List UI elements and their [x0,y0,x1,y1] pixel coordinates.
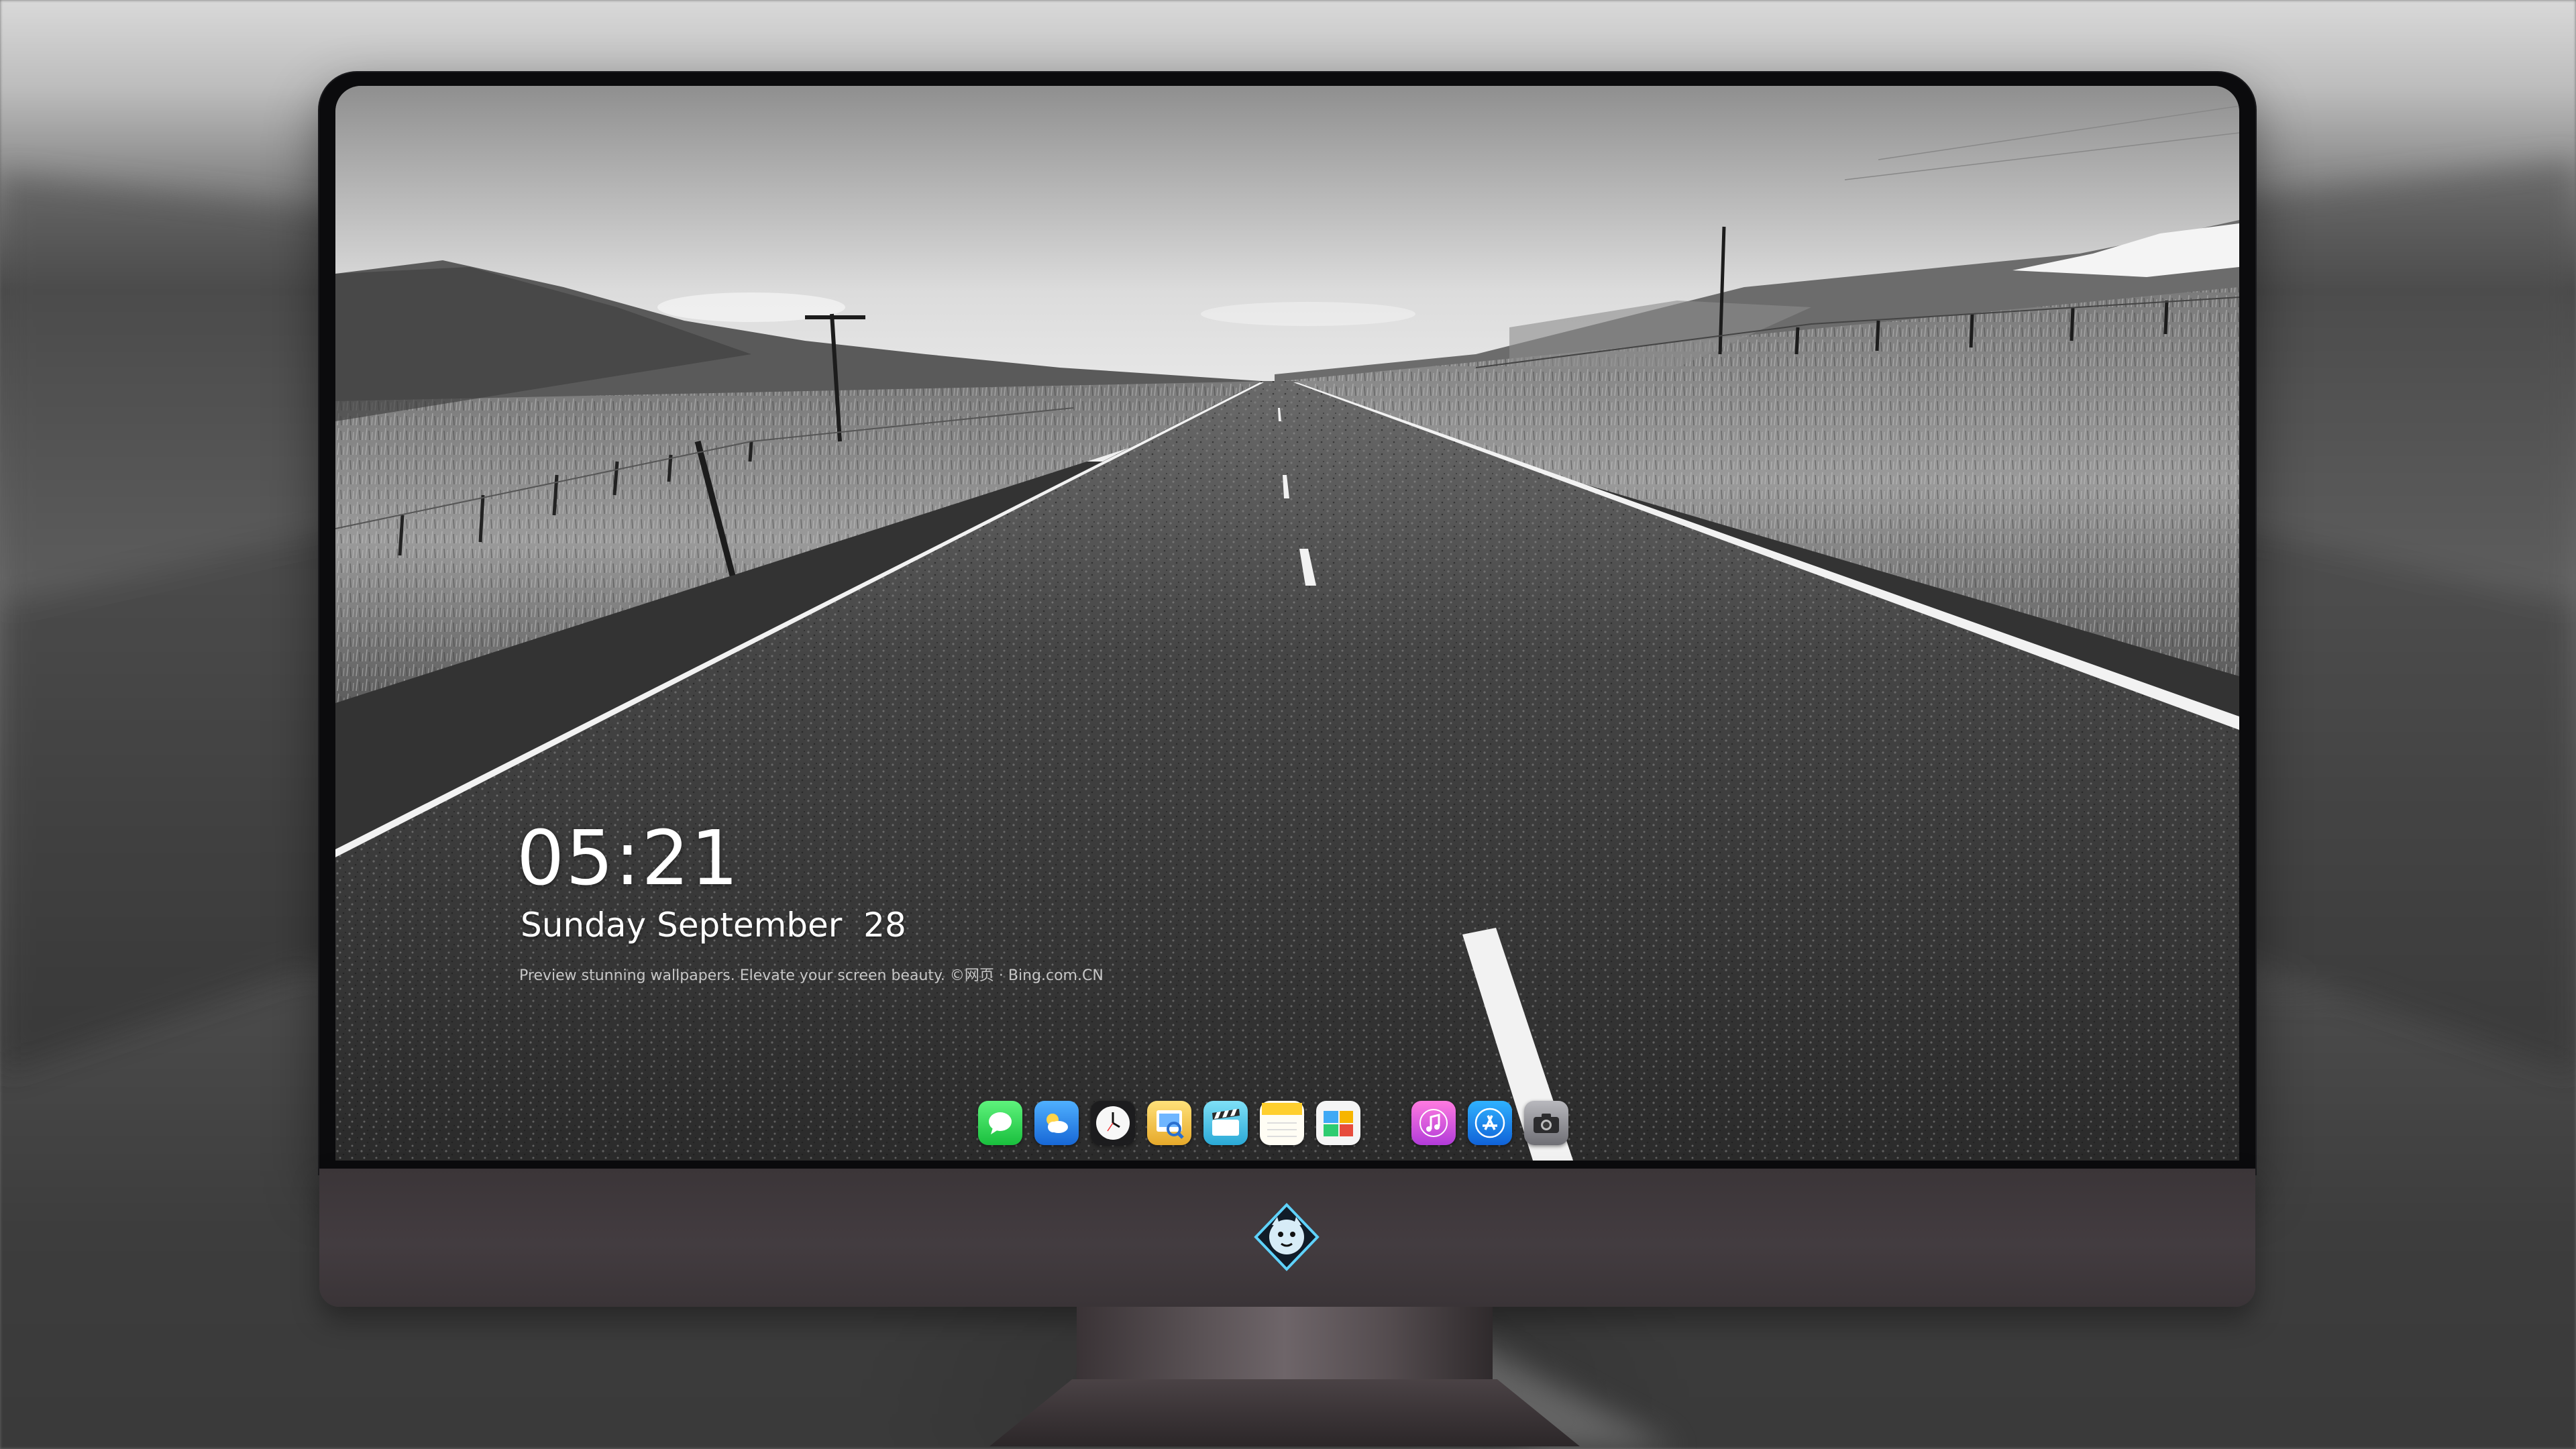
desktop-screen[interactable]: 05:21 Sunday September 28 Preview stunni… [335,86,2239,1161]
lock-screen-time: 05:21 [517,815,740,902]
music-icon[interactable] [1411,1101,1456,1145]
notes-icon[interactable] [1260,1101,1304,1145]
camera-icon[interactable] [1524,1101,1568,1145]
wallpaper-tagline: Preview stunning wallpapers. Elevate you… [519,967,1104,984]
wallpaper-road-image [335,86,2239,1161]
preview-icon[interactable] [1147,1101,1191,1145]
brand-emblem-icon [1254,1203,1320,1271]
video-editor-icon[interactable] [1203,1101,1248,1145]
app-store-icon[interactable] [1468,1101,1512,1145]
clock-icon[interactable] [1091,1101,1135,1145]
monitor-stand-neck [1077,1307,1493,1382]
photo-gallery-icon[interactable] [1316,1101,1360,1145]
monitor-stand-base [989,1379,1580,1446]
messages-icon[interactable] [978,1101,1022,1145]
weather-icon[interactable] [1034,1101,1079,1145]
app-dock [978,1085,1580,1161]
lock-screen-date: Sunday September 28 [521,906,906,945]
